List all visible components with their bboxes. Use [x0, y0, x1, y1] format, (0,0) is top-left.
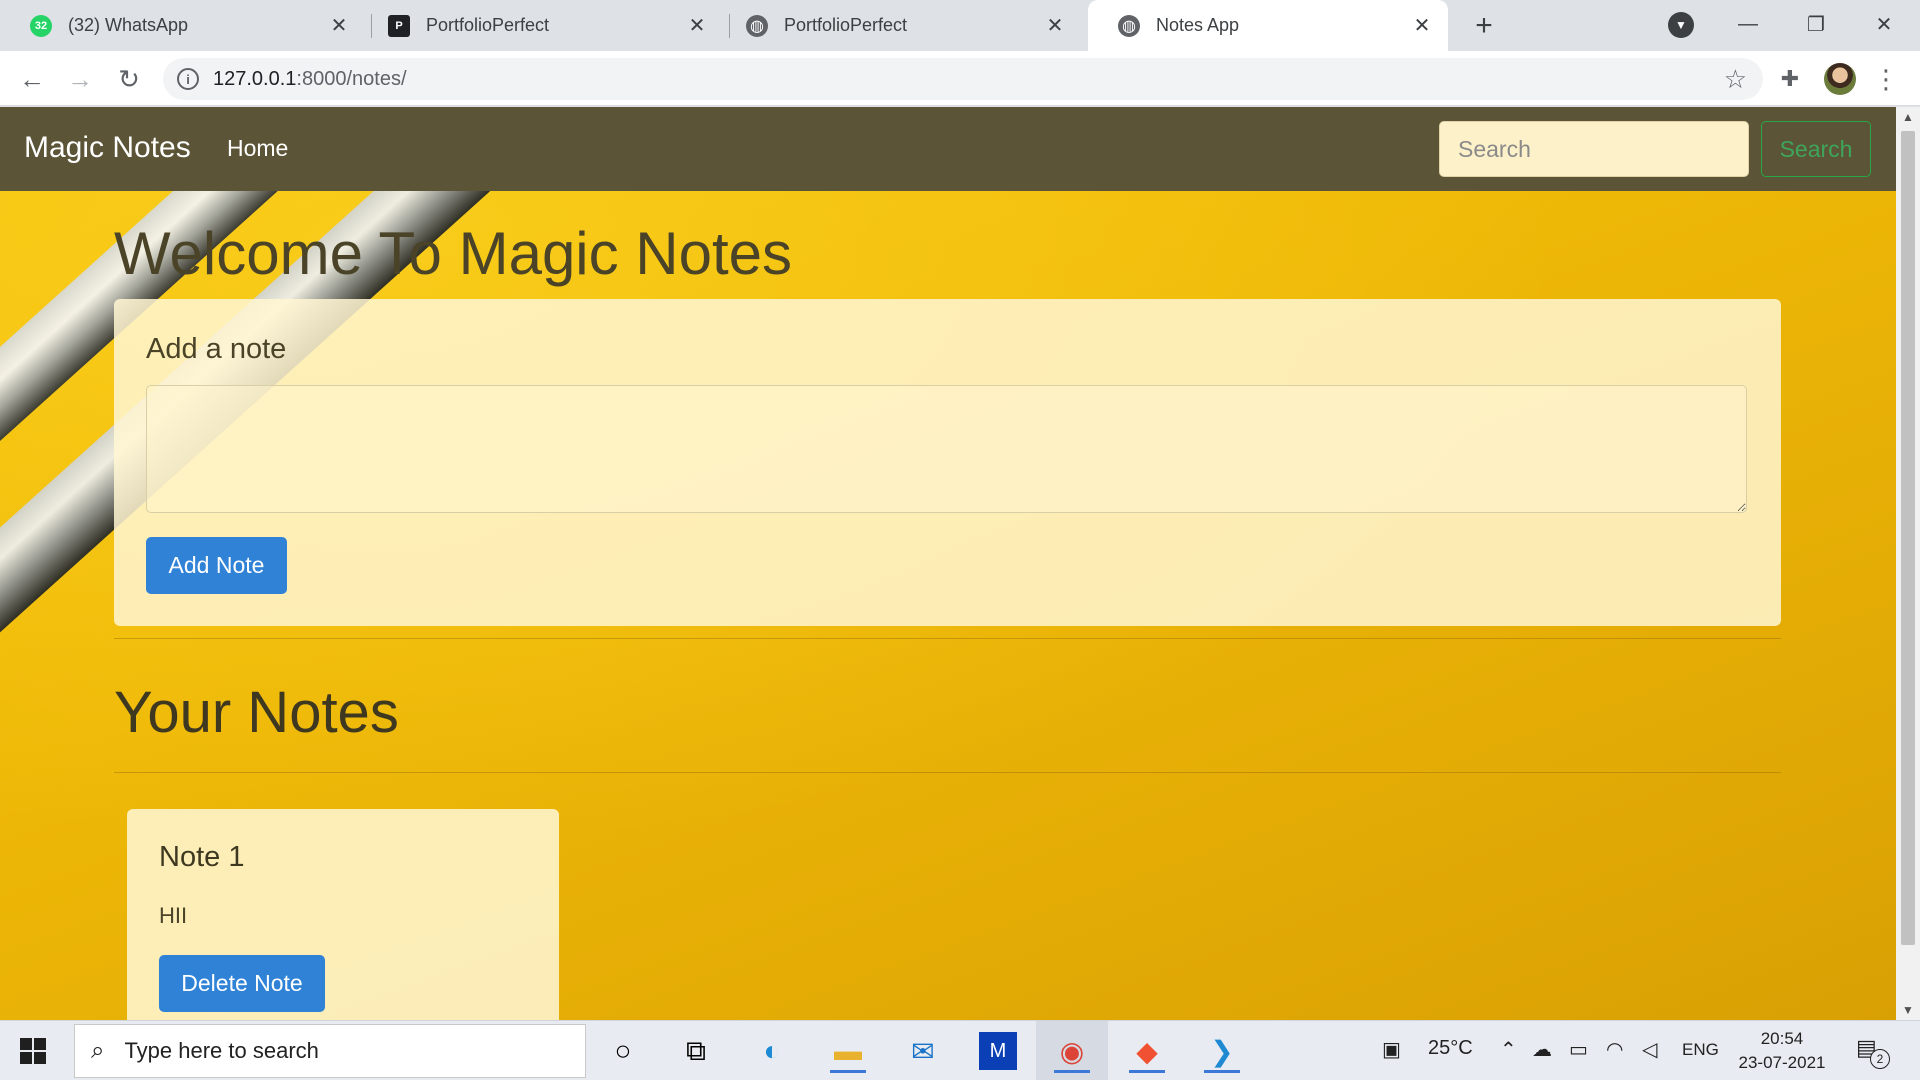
chrome-icon[interactable]: ◉	[1050, 1029, 1094, 1073]
site-navbar: Magic Notes Home Search	[0, 107, 1896, 191]
extensions-puzzle-icon[interactable]: ✚	[1776, 65, 1804, 93]
running-indicator	[1054, 1070, 1090, 1073]
add-note-title: Add a note	[146, 333, 287, 365]
tab-whatsapp[interactable]: 32 (32) WhatsApp ✕	[0, 0, 365, 51]
note-textarea[interactable]	[146, 385, 1747, 513]
globe-icon: ◍	[746, 14, 768, 37]
taskbar-search-placeholder: Type here to search	[124, 1038, 319, 1063]
whatsapp-icon: 32	[30, 14, 52, 37]
navbar-brand[interactable]: Magic Notes	[24, 131, 191, 165]
site-info-icon[interactable]: i	[177, 68, 199, 90]
tab-title: Notes App	[1156, 15, 1240, 35]
cortana-circle-icon[interactable]: ○	[601, 1029, 645, 1073]
app-m-icon[interactable]: M	[979, 1032, 1017, 1070]
clock-date: 23-07-2021	[1738, 1053, 1826, 1072]
tab-portfolioperfect-1[interactable]: P PortfolioPerfect ✕	[358, 0, 723, 51]
mail-icon[interactable]: ✉	[901, 1029, 945, 1073]
note-text: HII	[159, 903, 188, 928]
tab-title: PortfolioPerfect	[784, 15, 908, 35]
back-arrow-icon[interactable]: ←	[15, 62, 49, 96]
page-title: Welcome To Magic Notes	[114, 220, 793, 287]
bookmark-star-icon[interactable]: ☆	[1724, 64, 1747, 95]
wifi-icon[interactable]: ◠	[1606, 1037, 1623, 1062]
add-note-card: Add a note Add Note	[114, 299, 1781, 626]
page-scrollbar[interactable]: ▲ ▼	[1896, 107, 1920, 1020]
minimize-icon[interactable]: —	[1728, 6, 1768, 42]
tab-search-chevron-icon[interactable]: ▼	[1668, 12, 1694, 38]
battery-icon[interactable]: ▭	[1569, 1037, 1588, 1062]
taskbar-search-box[interactable]: ⌕ Type here to search	[74, 1024, 586, 1078]
close-icon[interactable]: ✕	[327, 14, 351, 38]
url-text: 127.0.0.1:8000/notes/	[213, 68, 407, 91]
git-icon[interactable]: ◆	[1125, 1029, 1169, 1073]
menu-kebab-icon[interactable]: ⋮	[1873, 63, 1899, 95]
running-indicator	[1204, 1070, 1240, 1073]
tab-portfolioperfect-2[interactable]: ◍ PortfolioPerfect ✕	[716, 0, 1081, 51]
scroll-down-arrow-icon[interactable]: ▼	[1896, 1000, 1920, 1020]
windows-taskbar: ⌕ Type here to search ○ ⧉ ◐ ▬ ✉ M ◉ ◆ ❯ …	[0, 1020, 1920, 1080]
notification-center-icon[interactable]: ▤ 2	[1856, 1035, 1890, 1069]
navbar-search-button[interactable]: Search	[1761, 121, 1871, 177]
tab-notes-app[interactable]: ◍ Notes App ✕	[1088, 0, 1448, 51]
forward-arrow-icon[interactable]: →	[63, 62, 97, 96]
url-host: 127.0.0.1	[213, 67, 297, 90]
running-indicator	[1129, 1070, 1165, 1073]
windows-start-icon[interactable]	[20, 1038, 46, 1064]
file-explorer-icon[interactable]: ▬	[826, 1029, 870, 1073]
clock-time: 20:54	[1760, 1029, 1804, 1048]
tray-chevron-up-icon[interactable]: ⌃	[1500, 1037, 1517, 1062]
divider	[114, 772, 1781, 773]
divider	[114, 638, 1781, 639]
address-bar[interactable]: i 127.0.0.1:8000/notes/ ☆	[163, 58, 1763, 100]
taskbar-clock[interactable]: 20:54 23-07-2021	[1732, 1027, 1832, 1075]
scrollbar-thumb[interactable]	[1901, 131, 1915, 945]
task-view-icon[interactable]: ⧉	[674, 1029, 718, 1073]
edge-browser-icon[interactable]: ◐	[750, 1029, 794, 1073]
tab-title: (32) WhatsApp	[68, 15, 189, 35]
delete-note-button[interactable]: Delete Note	[159, 955, 325, 1012]
close-icon[interactable]: ✕	[1043, 14, 1067, 38]
url-path: :8000/notes/	[296, 67, 407, 90]
portfolioperfect-icon: P	[388, 14, 410, 37]
onedrive-cloud-icon[interactable]: ☁	[1532, 1037, 1552, 1062]
search-icon: ⌕	[91, 1037, 105, 1064]
nav-link-home[interactable]: Home	[227, 135, 288, 162]
new-tab-plus-icon[interactable]: +	[1466, 8, 1502, 44]
note-title: Note 1	[159, 841, 245, 873]
profile-avatar[interactable]	[1824, 63, 1856, 95]
volume-icon[interactable]: ◁	[1642, 1037, 1657, 1062]
restore-icon[interactable]: ❐	[1796, 6, 1836, 42]
vscode-icon[interactable]: ❯	[1200, 1029, 1244, 1073]
navbar-search-input[interactable]	[1439, 121, 1749, 177]
note-card: Note 1 HII Delete Note	[127, 809, 559, 1020]
weather-widget-icon[interactable]: ▣	[1382, 1037, 1401, 1062]
globe-icon: ◍	[1118, 14, 1140, 37]
tab-title: PortfolioPerfect	[426, 15, 550, 35]
add-note-button[interactable]: Add Note	[146, 537, 287, 594]
reload-icon[interactable]: ↻	[112, 62, 146, 96]
close-icon[interactable]: ✕	[1410, 14, 1434, 38]
running-indicator	[830, 1070, 866, 1073]
language-indicator[interactable]: ENG	[1682, 1040, 1719, 1060]
scroll-up-arrow-icon[interactable]: ▲	[1896, 107, 1920, 127]
weather-temperature[interactable]: 25°C	[1428, 1037, 1473, 1060]
browser-toolbar: ← → ↻ i 127.0.0.1:8000/notes/ ☆ ✚ ⋮	[0, 51, 1920, 106]
close-icon[interactable]: ✕	[685, 14, 709, 38]
window-close-icon[interactable]: ✕	[1864, 6, 1904, 42]
notes-section-heading: Your Notes	[114, 680, 399, 745]
browser-tab-strip: 32 (32) WhatsApp ✕ P PortfolioPerfect ✕ …	[0, 0, 1920, 51]
notification-count-badge: 2	[1870, 1049, 1890, 1069]
page-viewport: Magic Notes Home Search Welcome To Magic…	[0, 107, 1896, 1020]
